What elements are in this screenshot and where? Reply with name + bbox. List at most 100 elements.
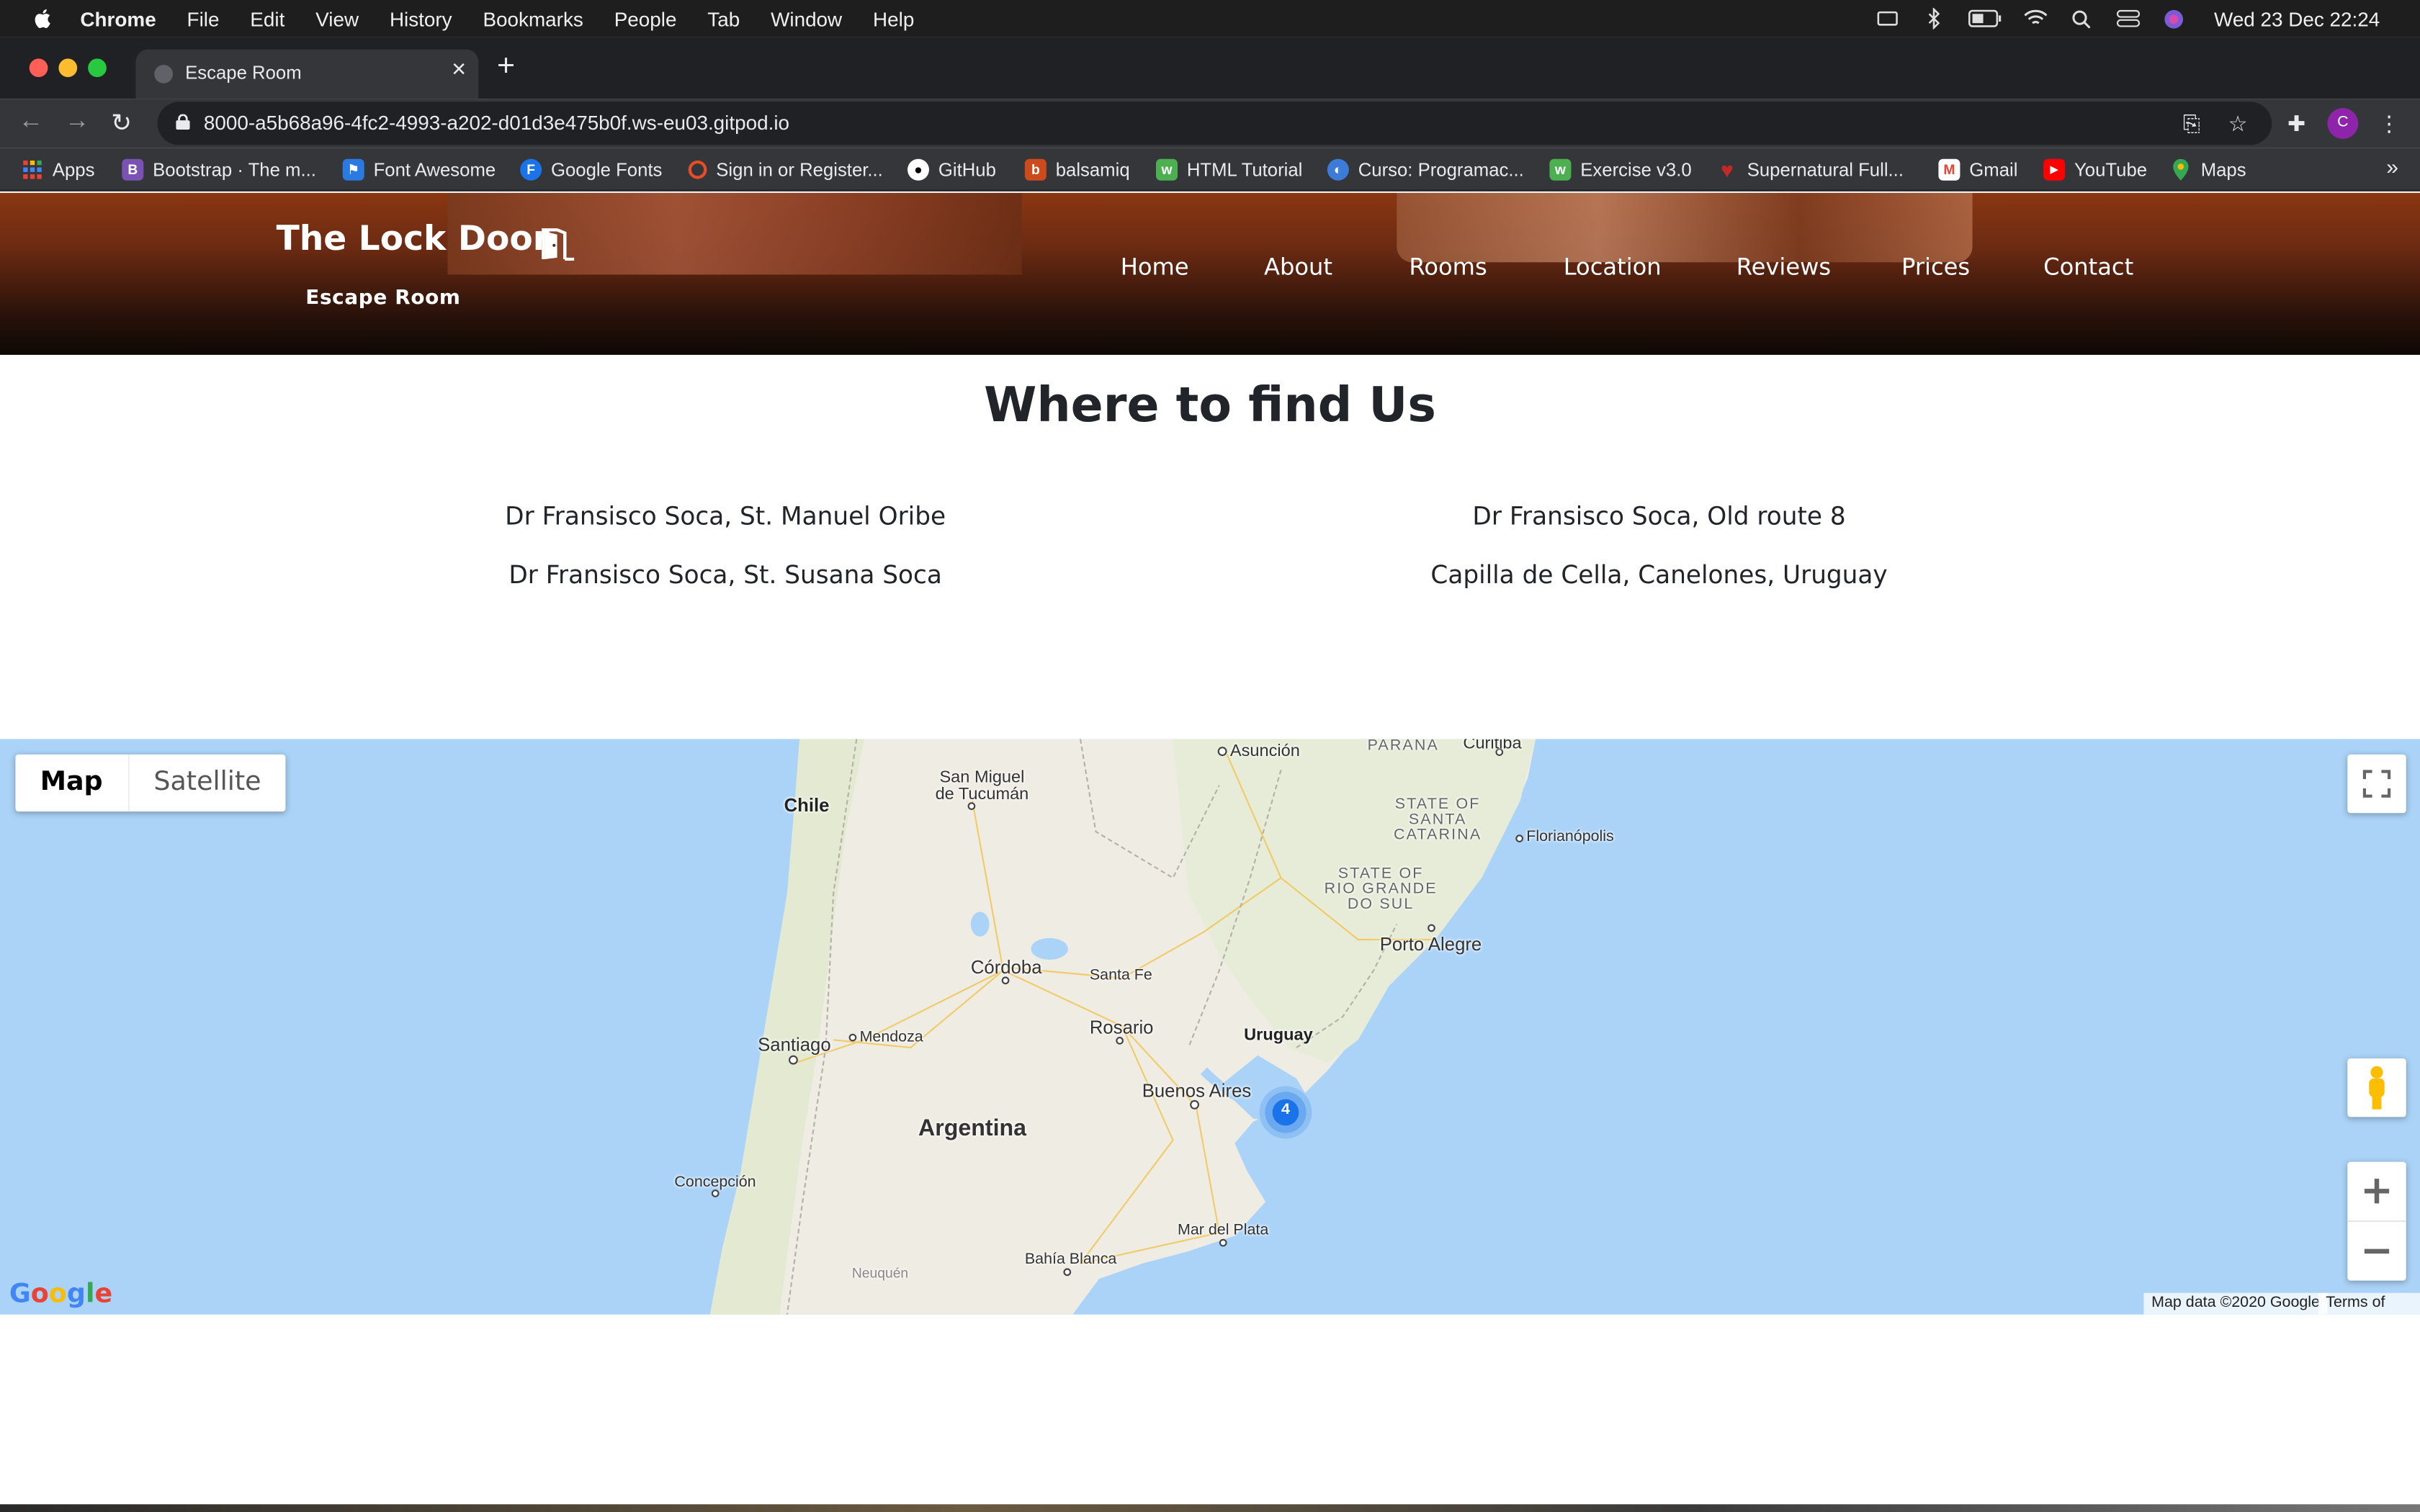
nav-reviews[interactable]: Reviews (1736, 253, 1831, 281)
close-window-button[interactable] (29, 58, 48, 78)
map-label-curitiba: Curitiba (1463, 739, 1522, 753)
bookmark-label: Maps (2200, 158, 2246, 181)
bookmark-youtube[interactable]: ▶ YouTube (2043, 156, 2147, 184)
site-brand[interactable]: The Lock Door (277, 220, 550, 259)
nav-prices[interactable]: Prices (1901, 253, 1970, 281)
map-label-chile: Chile (784, 794, 830, 816)
globe-icon (154, 65, 173, 84)
menu-tab[interactable]: Tab (707, 7, 740, 30)
spotlight-search-icon[interactable] (2069, 8, 2094, 30)
w3schools-icon: w (1549, 158, 1572, 181)
address-line: Dr Fransisco Soca, St. Manuel Oribe (505, 501, 946, 531)
control-center-icon[interactable] (2115, 8, 2140, 30)
browser-tab-active[interactable]: Escape Room × (135, 49, 479, 99)
map-type-map-button[interactable]: Map (15, 754, 130, 812)
map-label-parana: PARANÁ (1367, 739, 1439, 755)
screen: Chrome File Edit View History Bookmarks … (0, 0, 2420, 1512)
fullscreen-icon[interactable] (2347, 754, 2406, 814)
google-logo[interactable]: Google (9, 1279, 112, 1310)
address-line: Dr Fransisco Soca, St. Susana Soca (508, 559, 942, 590)
maps-pin-icon (2170, 158, 2192, 181)
menu-file[interactable]: File (187, 7, 220, 30)
new-tab-button[interactable]: + (497, 50, 515, 85)
bookmark-label: Apps (52, 158, 95, 181)
terms-of-use-link[interactable]: Terms of Use (2318, 1292, 2420, 1315)
bookmark-apps[interactable]: Apps (22, 156, 94, 184)
siri-icon[interactable] (2161, 8, 2186, 30)
more-bookmarks-icon[interactable]: » (2386, 154, 2398, 179)
chrome-menu-icon[interactable]: ⋮ (2374, 108, 2405, 139)
nav-home[interactable]: Home (1121, 253, 1189, 281)
google-map[interactable]: Map Satellite Asunción PARANÁ Curitiba C… (0, 739, 2420, 1315)
bookmark-google-fonts[interactable]: F Google Fonts (520, 156, 662, 184)
nav-location[interactable]: Location (1564, 253, 1662, 281)
map-label-buenos-aires: Buenos Aires (1142, 1080, 1252, 1102)
bookmark-label: Curso: Programac... (1358, 158, 1524, 181)
menu-edit[interactable]: Edit (250, 7, 284, 30)
bookmark-supernatural[interactable]: ♥ Supernatural Full... (1716, 156, 1904, 184)
extensions-puzzle-icon[interactable]: ✚ (2281, 108, 2312, 139)
header-background-image (1397, 192, 1973, 263)
map-label-rio-grande-do-sul: STATE OF RIO GRANDE DO SUL (1324, 865, 1438, 914)
bookmark-bootstrap[interactable]: B Bootstrap · The m... (122, 156, 316, 184)
bookmark-label: Sign in or Register... (716, 158, 883, 181)
browser-toolbar: ← → ↻ 8000-a5b68a96-4fc2-4993-a202-d01d3… (0, 99, 2420, 148)
map-label-neuquen: Neuquén (851, 1265, 909, 1281)
github-icon: ● (908, 158, 929, 181)
maximize-window-button[interactable] (88, 58, 107, 78)
bookmark-sign-in[interactable]: Sign in or Register... (688, 156, 883, 184)
ring-icon (688, 160, 707, 179)
menu-history[interactable]: History (390, 7, 452, 30)
bootstrap-icon: B (122, 158, 144, 181)
map-type-control: Map Satellite (15, 754, 286, 812)
address-bar[interactable]: 8000-a5b68a96-4fc2-4993-a202-d01d3e475b0… (157, 102, 2272, 145)
bluetooth-icon[interactable] (1921, 7, 1945, 30)
wifi-icon[interactable] (2022, 8, 2047, 30)
back-arrow-icon[interactable]: ← (19, 108, 43, 136)
menu-help[interactable]: Help (873, 7, 914, 30)
translate-icon[interactable]: ⎘ (2176, 108, 2207, 139)
flag-icon: ⚑ (342, 158, 364, 181)
bookmark-balsamiq[interactable]: b balsamiq (1024, 156, 1130, 184)
bookmark-label: Font Awesome (373, 158, 496, 181)
map-label-porto-alegre: Porto Alegre (1379, 933, 1482, 955)
bookmark-font-awesome[interactable]: ⚑ Font Awesome (342, 156, 496, 184)
bookmark-curso[interactable]: ◐ Curso: Programac... (1327, 156, 1524, 184)
site-header: The Lock Door Escape Room Home About Roo… (0, 192, 2420, 355)
bookmark-label: Supernatural Full... (1747, 158, 1904, 181)
section-title: Where to find Us (984, 378, 1436, 434)
map-type-satellite-button[interactable]: Satellite (129, 755, 286, 811)
map-attribution[interactable]: Map data ©2020 Google (2143, 1292, 2328, 1315)
menu-bookmarks[interactable]: Bookmarks (483, 7, 583, 30)
zoom-out-icon[interactable] (2347, 1221, 2406, 1279)
close-tab-icon[interactable]: × (452, 57, 466, 85)
zoom-in-icon[interactable] (2347, 1163, 2406, 1222)
bookmark-exercise[interactable]: w Exercise v3.0 (1549, 156, 1692, 184)
reload-icon[interactable]: ↻ (111, 108, 132, 139)
bookmark-gmail[interactable]: M Gmail (1938, 156, 2017, 184)
menu-window[interactable]: Window (771, 7, 842, 30)
menubar-clock[interactable]: Wed 23 Dec 22:24 (2214, 7, 2380, 30)
minimize-window-button[interactable] (58, 58, 78, 78)
city-marker (1001, 976, 1010, 985)
bookmark-star-icon[interactable]: ☆ (2223, 108, 2254, 139)
apple-icon[interactable] (31, 6, 55, 31)
forward-arrow-icon[interactable]: → (65, 108, 89, 136)
nav-rooms[interactable]: Rooms (1409, 253, 1487, 281)
profile-avatar[interactable]: C (2327, 108, 2359, 139)
bookmark-github[interactable]: ● GitHub (908, 156, 996, 184)
nav-contact[interactable]: Contact (2043, 253, 2133, 281)
bookmark-maps[interactable]: Maps (2170, 156, 2246, 184)
bookmark-html-tutorial[interactable]: w HTML Tutorial (1156, 156, 1302, 184)
battery-icon[interactable] (1967, 8, 2001, 30)
menubar-app-name[interactable]: Chrome (80, 7, 156, 30)
city-marker (1217, 747, 1227, 756)
map-label-santiago: Santiago (758, 1033, 831, 1056)
street-view-pegman-icon[interactable] (2347, 1058, 2406, 1117)
menu-view[interactable]: View (315, 7, 359, 30)
marker-cluster[interactable]: 4 (1259, 1086, 1312, 1139)
screen-mirror-icon[interactable] (1875, 8, 1899, 30)
menu-people[interactable]: People (614, 7, 677, 30)
nav-about[interactable]: About (1264, 253, 1332, 281)
city-marker (711, 1189, 720, 1197)
